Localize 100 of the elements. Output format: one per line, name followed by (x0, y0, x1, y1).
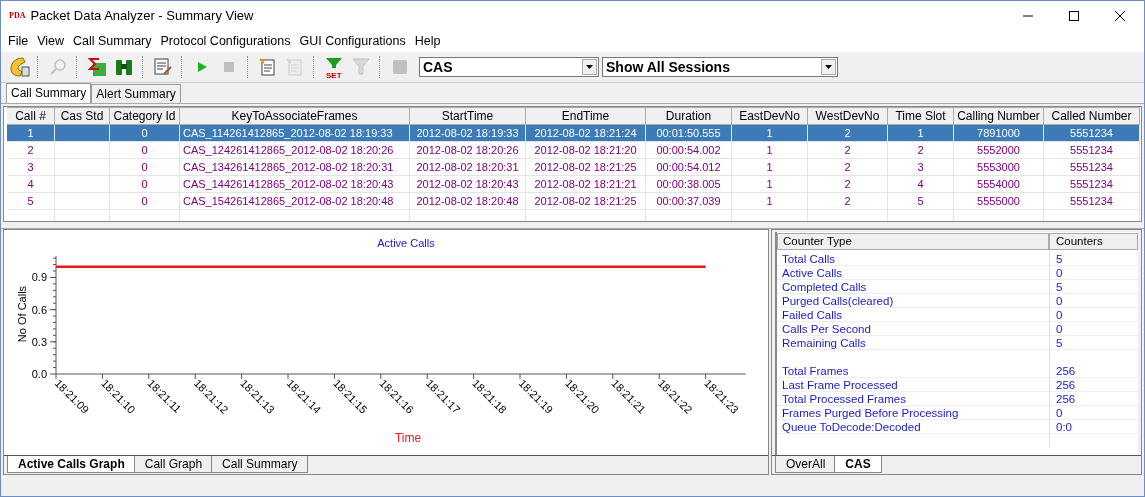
table-cell: CAS_124261412865_2012-08-02 18:20:26 (183, 144, 394, 156)
y-tick-label: 0.3 (31, 335, 47, 348)
tab[interactable]: Active Calls Graph (7, 456, 136, 473)
edit-document-icon[interactable] (153, 57, 173, 77)
column-header[interactable]: Duration (646, 107, 732, 125)
table-cell: 00:00:38.005 (656, 178, 721, 190)
counter-value: 5 (1056, 281, 1063, 293)
table-cell: 5 (27, 195, 34, 207)
menu-item[interactable]: GUI Configurations (295, 34, 411, 48)
table-cell: CAS_154261412865_2012-08-02 18:20:48 (183, 195, 394, 207)
notepad-icon[interactable] (258, 57, 278, 77)
table-cell: 1 (766, 178, 773, 190)
y-axis-title: No Of Calls (16, 285, 28, 343)
counter-value: 0 (1056, 295, 1063, 307)
table-cell: 5551234 (1070, 127, 1113, 139)
counter-name: Completed Calls (782, 281, 867, 293)
counter-name: Total Processed Frames (782, 393, 906, 405)
table-cell: 2012-08-02 18:20:31 (416, 161, 519, 173)
close-icon[interactable] (1114, 9, 1126, 22)
table-cell: 5555000 (977, 195, 1020, 207)
table-cell: 00:00:54.012 (656, 161, 721, 173)
table-cell: 2012-08-02 18:19:33 (416, 127, 519, 139)
counter-name: Calls Per Second (782, 323, 871, 335)
tab[interactable]: Call Graph (133, 456, 214, 473)
column-header[interactable]: EndTime (526, 107, 646, 125)
table-cell: 0 (141, 161, 148, 173)
table-cell: 2012-08-02 18:21:25 (534, 195, 637, 207)
column-header[interactable]: Counters (1049, 233, 1138, 250)
session-combo[interactable]: Show All Sessions (602, 57, 838, 77)
table-cell: 2 (844, 178, 851, 190)
table-cell: 2012-08-02 18:20:43 (416, 178, 519, 190)
menu-item[interactable]: View (33, 34, 70, 48)
table-cell: 0 (141, 127, 148, 139)
table-cell: 1 (766, 195, 773, 207)
table-row[interactable]: 5 0 CAS_154261412865_2012-08-02 18:20:48 2012-08-02 18:20:48 2012-08-02 18:21:25 00:00:37.039 1 2 5 5555000 5551234 (7, 193, 1141, 210)
column-header[interactable]: EastDevNo (732, 107, 808, 125)
table-cell: 1 (766, 161, 773, 173)
table-cell: 2012-08-02 18:21:21 (534, 178, 637, 190)
table-row[interactable]: 4 0 CAS_144261412865_2012-08-02 18:20:43 2012-08-02 18:20:43 2012-08-02 18:21:21 00:00:38.005 1 2 4 5554000 5551234 (7, 176, 1141, 193)
counter-name: Frames Purged Before Processing (782, 407, 959, 419)
counter-value: 5 (1056, 337, 1063, 349)
column-header[interactable]: Time Slot (888, 107, 954, 125)
counter-value: 5 (1056, 253, 1063, 265)
counter-value: 256 (1056, 379, 1076, 391)
menu-item[interactable]: File (4, 34, 34, 48)
table-cell: 2012-08-02 18:20:26 (416, 144, 519, 156)
table-cell: 2 (27, 144, 34, 156)
phone-icon[interactable] (7, 55, 31, 79)
column-header[interactable]: Category Id (110, 107, 180, 125)
column-header[interactable]: Call # (7, 107, 55, 125)
chart-title: Active Calls (377, 237, 435, 249)
tab[interactable]: CAS (834, 456, 882, 473)
table-cell: 00:00:37.039 (656, 195, 721, 207)
column-header[interactable]: Cas Std (55, 107, 110, 125)
column-header[interactable]: WestDevNo (808, 107, 888, 125)
menu-item[interactable]: Protocol Configurations (156, 34, 296, 48)
column-header[interactable]: Counter Type (777, 233, 1049, 250)
counter-name: Total Calls (782, 253, 836, 265)
table-row[interactable]: 2 0 CAS_124261412865_2012-08-02 18:20:26 2012-08-02 18:20:26 2012-08-02 18:21:20 00:00:54.002 1 2 2 5552000 5551234 (7, 142, 1141, 159)
table-cell: 2 (917, 144, 924, 156)
counter-value: 256 (1056, 365, 1076, 377)
counter-name: Purged Calls(cleared) (782, 295, 894, 307)
column-header[interactable]: Calling Number (954, 107, 1044, 125)
counter-name: Total Frames (782, 365, 849, 377)
column-header[interactable]: Called Number (1044, 107, 1140, 125)
maximize-icon[interactable] (1068, 9, 1080, 22)
column-header[interactable]: StartTime (410, 107, 526, 125)
play-icon[interactable] (195, 60, 209, 74)
table-cell: 7891000 (977, 127, 1020, 139)
tab[interactable]: Alert Summary (91, 84, 181, 103)
protocol-combo[interactable]: CAS (419, 57, 599, 77)
counter-value: 0:0 (1056, 421, 1072, 433)
table-cell: 5552000 (977, 144, 1020, 156)
table-cell: 00:00:54.002 (656, 144, 721, 156)
menu-item[interactable]: Call Summary (69, 34, 157, 48)
window-title: Packet Data Analyzer - Summary View (30, 8, 254, 23)
table-cell: 2012-08-02 18:21:20 (534, 144, 637, 156)
table-cell: 3 (27, 161, 34, 173)
tab[interactable]: Call Summary (6, 83, 92, 103)
table-cell: 4 (917, 178, 924, 190)
app-logo: PDA (9, 11, 26, 20)
table-cell: 1 (766, 127, 773, 139)
table-cell: 0 (141, 144, 148, 156)
counter-name: Active Calls (782, 267, 843, 279)
table-cell: 1 (766, 144, 773, 156)
table-cell: 00:01:50.555 (656, 127, 721, 139)
sigma-icon[interactable] (87, 57, 107, 77)
tab[interactable]: Call Summary (211, 456, 309, 473)
table-cell: 5553000 (977, 161, 1020, 173)
counter-name: Failed Calls (782, 309, 843, 321)
table-row[interactable]: 1 0 CAS_114261412865_2012-08-02 18:19:33 2012-08-02 18:19:33 2012-08-02 18:21:24 00:01:50.555 1 2 1 7891000 5551234 (7, 125, 1141, 142)
tab[interactable]: OverAll (775, 456, 837, 473)
table-cell: 1 (917, 127, 924, 139)
column-header[interactable]: KeyToAssociateFrames (180, 107, 410, 125)
table-cell: 2 (844, 161, 851, 173)
menu-item[interactable]: Help (410, 34, 446, 48)
table-row[interactable]: 3 0 CAS_134261412865_2012-08-02 18:20:31 2012-08-02 18:20:31 2012-08-02 18:21:25 00:00:54.012 1 2 3 5553000 5551234 (7, 159, 1141, 176)
table-cell: 2 (844, 144, 851, 156)
counter-name: Queue ToDecode:Decoded (782, 421, 921, 433)
table-cell: 5 (917, 195, 924, 207)
